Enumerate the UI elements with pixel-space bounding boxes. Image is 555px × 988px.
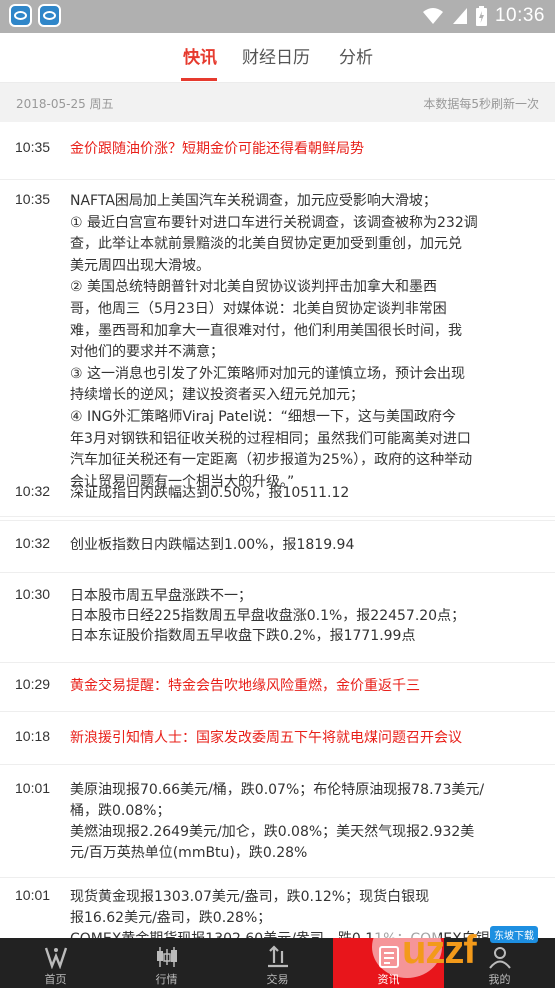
home-logo-icon bbox=[44, 947, 67, 969]
news-line: 创业板指数日内跌幅达到1.00%，报1819.94 bbox=[70, 537, 355, 553]
news-line: ④ ING外汇策略师Viraj Patel说：“细想一下，这与美国政府今 bbox=[70, 408, 456, 425]
news-line: 美元周四出现大滑坡。 bbox=[70, 257, 210, 274]
news-content: 新浪援引知情人士：国家发改委周五下午将就电煤问题召开会议 bbox=[70, 728, 540, 748]
nav-market[interactable]: 行情 bbox=[111, 938, 222, 988]
news-time: 10:35 bbox=[15, 139, 51, 155]
news-content: 日本股市周五早盘涨跌不一； 日本股市日经225指数周五早盘收盘涨0.1%，报22… bbox=[70, 586, 540, 646]
divider bbox=[0, 711, 555, 712]
divider bbox=[0, 179, 555, 180]
news-content: 黄金交易提醒：特金会告吹地缘风险重燃，金价重返千三 bbox=[70, 676, 540, 696]
news-line: 日本股市日经225指数周五早盘收盘涨0.1%，报22457.20点； bbox=[70, 608, 466, 624]
refresh-note: 本数据每5秒刷新一次 bbox=[423, 97, 539, 111]
tab-economic-calendar[interactable]: 财经日历 bbox=[242, 43, 310, 68]
news-line: 美原油现报70.66美元/桶，跌0.07%；布伦特原油现报78.73美元/ bbox=[70, 782, 485, 798]
tab-flash-news[interactable]: 快讯 bbox=[183, 43, 217, 68]
divider bbox=[0, 764, 555, 765]
news-time: 10:01 bbox=[15, 887, 51, 903]
news-line: 美燃油现报2.2649美元/加仑，跌0.08%；美天然气现报2.932美 bbox=[70, 824, 475, 840]
trade-icon bbox=[267, 945, 288, 968]
nav-trade-label: 交易 bbox=[266, 973, 289, 986]
news-line: 新浪援引知情人士：国家发改委周五下午将就电煤问题召开会议 bbox=[70, 730, 462, 746]
news-line: ② 美国总统特朗普针对北美自贸协议谈判抨击加拿大和墨西 bbox=[70, 279, 437, 296]
battery-charging-icon bbox=[475, 6, 487, 26]
news-time: 10:32 bbox=[15, 535, 51, 551]
app-notification-icon bbox=[9, 4, 32, 27]
date-info-bar: 2018-05-25 周五 本数据每5秒刷新一次 bbox=[0, 83, 555, 122]
news-time: 10:32 bbox=[15, 483, 51, 499]
news-line: 金价跟随油价涨？短期金价可能还得看朝鲜局势 bbox=[70, 141, 364, 157]
news-time: 10:18 bbox=[15, 728, 51, 744]
divider bbox=[0, 516, 555, 517]
news-time: 10:30 bbox=[15, 586, 51, 602]
system-tray: 10:36 bbox=[422, 3, 545, 29]
watermark-tag: 东坡下载 bbox=[490, 926, 538, 943]
nav-trade[interactable]: 交易 bbox=[222, 938, 333, 988]
nav-home-label: 首页 bbox=[44, 973, 67, 986]
news-line: 对他们的要求并不满意； bbox=[70, 344, 224, 361]
news-content: NAFTA困局加上美国汽车关税调查，加元应受影响大滑坡； ① 最近白宫宣布要针对… bbox=[70, 191, 540, 493]
nav-home[interactable]: 首页 bbox=[0, 938, 111, 988]
news-feed[interactable]: 10:35 金价跟随油价涨？短期金价可能还得看朝鲜局势 10:35 NAFTA困… bbox=[0, 122, 555, 938]
signal-icon bbox=[452, 8, 467, 24]
news-time: 10:29 bbox=[15, 676, 51, 692]
news-line: 日本东证股价指数周五早收盘下跌0.2%，报1771.99点 bbox=[70, 628, 416, 644]
active-tab-indicator bbox=[181, 78, 217, 81]
news-line: 桶，跌0.08%； bbox=[70, 803, 171, 819]
wifi-icon bbox=[422, 8, 443, 24]
current-date: 2018-05-25 周五 bbox=[16, 97, 114, 111]
divider bbox=[0, 662, 555, 663]
status-bar: 10:36 bbox=[0, 0, 555, 33]
news-line: 汽车加征关税还有一定距离（初步报道为25%），政府的这种举动 bbox=[70, 452, 473, 469]
news-line: 现货黄金现报1303.07美元/盎司，跌0.12%；现货白银现 bbox=[70, 889, 430, 905]
news-line: 持续增长的逆风；建议投资者买入纽元兑加元； bbox=[70, 387, 364, 404]
news-line: ① 最近白宫宣布要针对进口车进行关税调查，该调查被称为232调 bbox=[70, 214, 478, 231]
tab-analysis[interactable]: 分析 bbox=[339, 43, 373, 68]
watermark-logo: uzzf 东坡下载 bbox=[372, 906, 552, 978]
app-notification-icon bbox=[38, 4, 61, 27]
news-line: ③ 这一消息也引发了外汇策略师对加元的谨慎立场，预计会出现 bbox=[70, 365, 465, 382]
news-line: 黄金交易提醒：特金会告吹地缘风险重燃，金价重返千三 bbox=[70, 678, 420, 694]
top-tab-bar: 快讯 财经日历 分析 bbox=[0, 33, 555, 83]
divider bbox=[0, 877, 555, 878]
watermark-text: uzzf bbox=[402, 928, 477, 972]
news-line: 查，此举让本就前景黯淡的北美自贸协定更加受到重创，加元兑 bbox=[70, 236, 462, 253]
news-time: 10:35 bbox=[15, 191, 51, 207]
news-line: 日本股市周五早盘涨跌不一； bbox=[70, 588, 252, 604]
news-line: NAFTA困局加上美国汽车关税调查，加元应受影响大滑坡； bbox=[70, 193, 437, 209]
news-content: 美原油现报70.66美元/桶，跌0.07%；布伦特原油现报78.73美元/ 桶，… bbox=[70, 780, 540, 864]
news-line: 元/百万英热单位(mmBtu)，跌0.28% bbox=[70, 845, 308, 861]
news-line: 年3月对钢铁和铝征收关税的过程相同；虽然我们可能离美对进口 bbox=[70, 430, 471, 447]
news-content: 深证成指日内跌幅达到0.50%，报10511.12 bbox=[70, 483, 540, 503]
news-time: 10:01 bbox=[15, 780, 51, 796]
candlestick-icon bbox=[156, 947, 177, 967]
news-content: 金价跟随油价涨？短期金价可能还得看朝鲜局势 bbox=[70, 139, 540, 159]
news-line: 难，墨西哥和加拿大一直很难对付，他们利用美国很长时间，我 bbox=[70, 322, 462, 339]
news-line: 哥，他周三（5月23日）对媒体说：北美自贸协定谈判非常困 bbox=[70, 300, 447, 317]
news-line: 深证成指日内跌幅达到0.50%，报10511.12 bbox=[70, 485, 350, 501]
divider bbox=[0, 572, 555, 573]
nav-market-label: 行情 bbox=[155, 973, 178, 986]
divider bbox=[0, 520, 555, 521]
clock: 10:36 bbox=[494, 5, 545, 26]
news-content: 创业板指数日内跌幅达到1.00%，报1819.94 bbox=[70, 535, 540, 555]
